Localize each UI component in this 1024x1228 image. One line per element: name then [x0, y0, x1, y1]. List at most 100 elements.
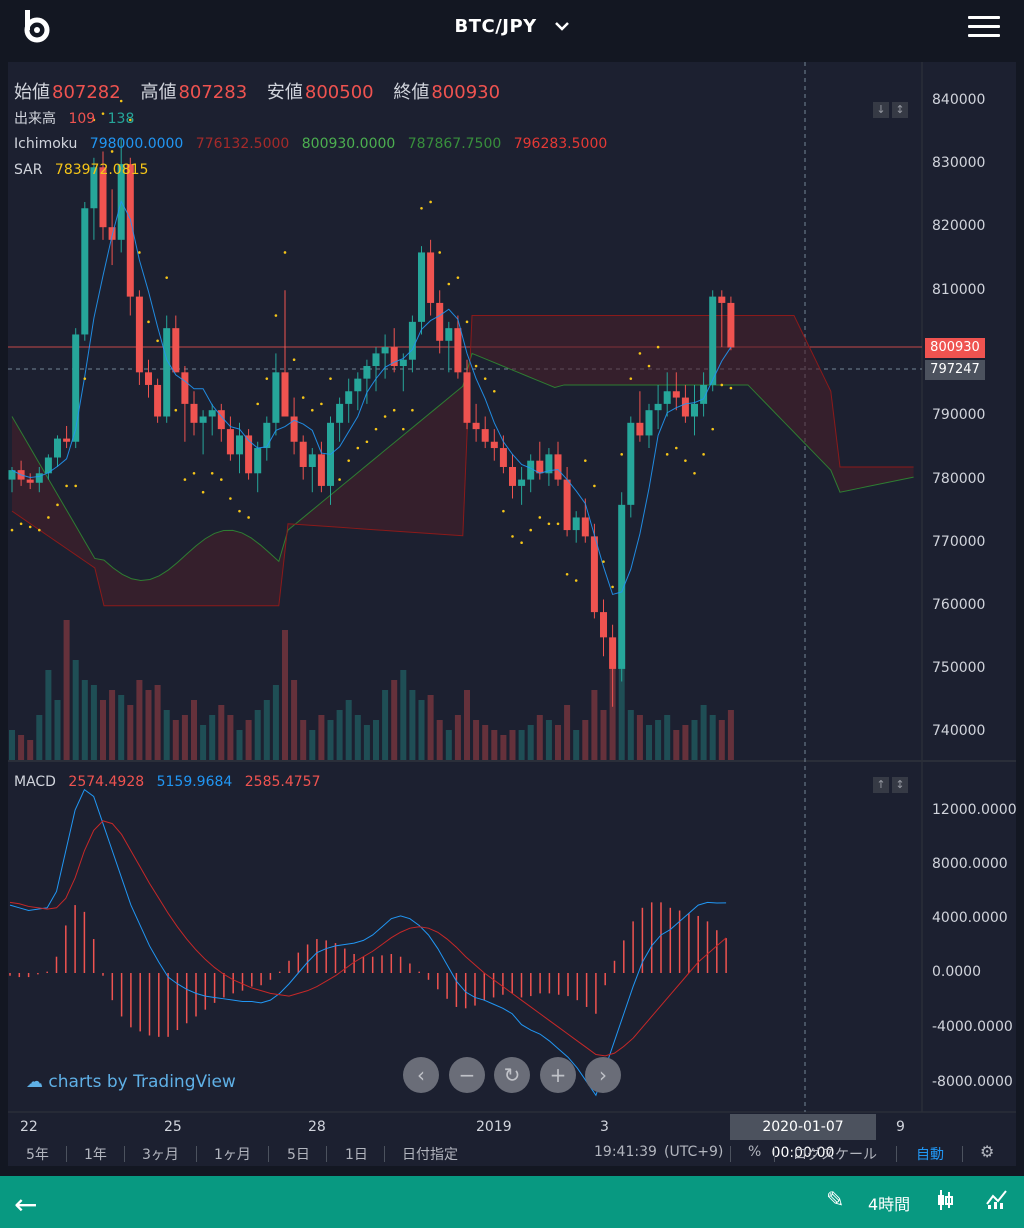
candle-body: [709, 296, 717, 385]
reset-button[interactable]: ↻: [494, 1057, 530, 1093]
volume-bar: [727, 710, 734, 760]
candle-body: [135, 296, 143, 373]
high-label: 高値: [140, 82, 177, 103]
range-1y[interactable]: 1年: [84, 1144, 107, 1164]
sar-dot: [565, 572, 569, 576]
candle-body: [627, 422, 635, 505]
volume-bar: [382, 690, 389, 760]
crosshair-time-tag: 2020-01-07 00:00:00: [730, 1114, 876, 1161]
volume-value-1: 109: [68, 111, 96, 127]
volume-bar: [354, 715, 361, 760]
volume-bar: [136, 680, 143, 760]
volume-bar: [564, 705, 571, 760]
sar-dot: [301, 396, 305, 399]
candle-body: [54, 438, 61, 458]
range-1d[interactable]: 1日: [345, 1144, 368, 1164]
macd-value-1: 2574.4928: [68, 774, 145, 790]
candle-body: [226, 429, 234, 455]
candle-body: [518, 479, 526, 486]
percent-toggle[interactable]: %: [748, 1144, 761, 1160]
candle-body: [454, 328, 462, 373]
price-tick: 820000: [932, 218, 986, 234]
volume-bar: [555, 725, 561, 760]
volume-bar: [309, 730, 316, 760]
macd-signal-line: [9, 820, 727, 1057]
indicators-icon[interactable]: [986, 1188, 1008, 1216]
sar-dot: [447, 282, 451, 286]
sar-dot: [629, 377, 633, 380]
timezone[interactable]: (UTC+9): [664, 1144, 723, 1160]
time-tick: 3: [600, 1119, 609, 1135]
candle-body: [272, 372, 280, 423]
expand-icon[interactable]: ↕: [892, 102, 908, 118]
price-pane-controls: ↓ ↕: [873, 98, 913, 118]
volume-bar: [209, 715, 216, 760]
volume-legend: 出来高 109 138: [14, 108, 142, 128]
scroll-right-button[interactable]: ›: [585, 1057, 621, 1093]
sar-dot: [420, 206, 423, 210]
sar-dot: [365, 440, 369, 444]
volume-bar: [318, 715, 325, 760]
range-5y[interactable]: 5年: [26, 1144, 49, 1164]
candle-body: [408, 321, 416, 360]
expand-icon[interactable]: ↕: [892, 777, 908, 793]
range-5d[interactable]: 5日: [287, 1144, 310, 1164]
sar-dot: [65, 484, 68, 488]
pencil-icon[interactable]: ✎: [826, 1188, 844, 1213]
arrow-down-icon[interactable]: ↓: [873, 102, 889, 118]
candle-body: [208, 410, 216, 417]
period-selector[interactable]: 4時間: [868, 1191, 910, 1215]
volume-bar: [72, 660, 79, 760]
range-1m[interactable]: 1ヶ月: [214, 1144, 251, 1164]
ohlc-legend: 始値 807282 高値 807283 安値 800500 終値 800930: [14, 78, 514, 104]
sar-dot: [274, 314, 278, 317]
sar-dot: [156, 339, 159, 343]
volume-bar: [54, 700, 61, 760]
sar-dot: [28, 525, 32, 529]
candle-body: [645, 410, 653, 436]
zoom-out-button[interactable]: −: [449, 1057, 485, 1093]
log-scale-toggle[interactable]: ログスケール: [793, 1144, 877, 1164]
auto-scale-toggle[interactable]: 自動: [916, 1144, 944, 1164]
candle-body: [718, 296, 726, 303]
tradingview-link[interactable]: ☁ charts by TradingView: [26, 1072, 236, 1092]
volume-bar: [36, 715, 43, 760]
sar-dot: [374, 427, 378, 431]
volume-bar: [327, 720, 334, 760]
gear-icon[interactable]: ⚙: [980, 1142, 994, 1161]
sar-dot: [347, 459, 351, 462]
chart-canvas[interactable]: [0, 0, 1024, 1228]
sar-dot: [620, 453, 623, 456]
candle-body: [381, 347, 389, 354]
volume-bar: [291, 680, 298, 760]
candle-body: [590, 536, 598, 613]
candle-body: [509, 466, 516, 486]
sar-dot: [702, 453, 705, 456]
volume-bar: [700, 705, 707, 760]
volume-bar: [118, 695, 125, 760]
macd-label: MACD: [14, 774, 56, 790]
volume-bar: [163, 710, 170, 760]
custom-range[interactable]: 日付指定: [402, 1144, 458, 1164]
volume-bar: [627, 710, 634, 760]
candlestick-icon[interactable]: [936, 1188, 954, 1218]
scroll-left-button[interactable]: ‹: [403, 1057, 439, 1093]
sar-dot: [502, 509, 505, 513]
back-arrow-icon[interactable]: ←: [14, 1188, 37, 1221]
range-3m[interactable]: 3ヶ月: [142, 1144, 179, 1164]
arrow-up-icon[interactable]: ↑: [873, 777, 889, 793]
sar-dot: [556, 522, 560, 526]
sar-dot: [665, 453, 669, 456]
volume-bar: [682, 725, 689, 760]
sar-dot: [56, 503, 59, 507]
volume-bar: [491, 730, 498, 760]
sar-dot: [602, 560, 605, 563]
sar-dot: [220, 478, 223, 481]
volume-bar: [81, 680, 88, 760]
zoom-in-button[interactable]: +: [540, 1057, 576, 1093]
clock: 19:41:39: [594, 1144, 657, 1160]
sar-legend: SAR 783972.0815: [14, 162, 156, 178]
candle-body: [636, 422, 644, 436]
candle-body: [345, 391, 353, 404]
sar-dot: [356, 446, 360, 450]
